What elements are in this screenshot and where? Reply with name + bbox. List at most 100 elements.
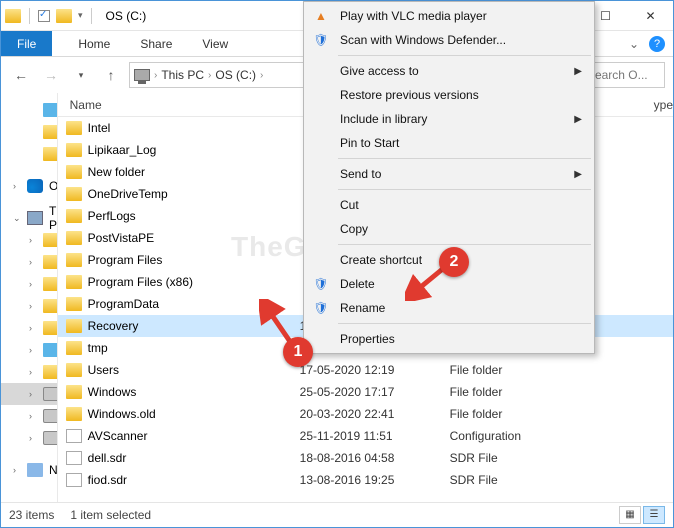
back-button[interactable]: ← xyxy=(9,63,33,87)
view-large-icons[interactable]: ▦ xyxy=(619,506,641,524)
file-row[interactable]: AVScanner25-11-2019 11:51Configuration xyxy=(58,425,673,447)
open-qa-icon[interactable] xyxy=(56,9,72,23)
menu-item[interactable]: Properties xyxy=(306,327,592,351)
file-type: File folder xyxy=(450,363,503,377)
menu-item[interactable]: Send to▶ xyxy=(306,162,592,186)
file-name: Lipikaar_Log xyxy=(88,143,300,157)
nav-item[interactable]: ›Desktop xyxy=(1,251,57,273)
shield-icon: 🛡 xyxy=(312,275,330,293)
nav-item[interactable]: ⌄This PC xyxy=(1,207,57,229)
forward-button[interactable]: → xyxy=(39,63,63,87)
submenu-arrow-icon: ▶ xyxy=(574,114,582,125)
file-date: 13-08-2016 19:25 xyxy=(300,473,450,487)
folder-icon xyxy=(66,209,82,223)
folder-icon xyxy=(43,365,58,379)
file-name: Windows xyxy=(88,385,300,399)
file-row[interactable]: Windows.old20-03-2020 22:41File folder xyxy=(58,403,673,425)
menu-label: Cut xyxy=(340,198,359,212)
menu-item[interactable]: Cut xyxy=(306,193,592,217)
folder-icon xyxy=(43,277,58,291)
nav-item[interactable]: Videos xyxy=(1,143,57,165)
nav-item[interactable]: ›Videos xyxy=(1,361,57,383)
file-name: Intel xyxy=(88,121,300,135)
nav-item[interactable]: ›Music xyxy=(1,317,57,339)
menu-label: Send to xyxy=(340,167,381,181)
folder-icon xyxy=(66,143,82,157)
nav-pane[interactable]: PicturesPhotosVideos ›OneDrive ⌄This PC›3D… xyxy=(1,93,58,502)
folder-icon xyxy=(66,165,82,179)
folder-icon xyxy=(66,319,82,333)
callout-1: 1 xyxy=(283,337,313,367)
file-date: 25-05-2020 17:17 xyxy=(300,385,450,399)
file-name: AVScanner xyxy=(88,429,300,443)
up-button[interactable]: ↑ xyxy=(99,63,123,87)
crumb-drive[interactable]: OS (C:) xyxy=(215,68,256,82)
file-name: fiod.sdr xyxy=(88,473,300,487)
onedrive-icon xyxy=(27,179,43,193)
nav-item[interactable]: ›New Volume (E:) xyxy=(1,427,57,449)
file-tab[interactable]: File xyxy=(1,31,52,56)
nav-item[interactable]: ›OneDrive xyxy=(1,175,57,197)
img-icon xyxy=(43,103,58,117)
tab-share[interactable]: Share xyxy=(136,33,176,55)
menu-label: Give access to xyxy=(340,64,419,78)
folder-icon xyxy=(43,255,58,269)
col-name[interactable]: Name xyxy=(58,98,298,112)
nav-label: Network xyxy=(49,463,58,477)
nav-item[interactable]: ›New Volume (D:) xyxy=(1,405,57,427)
menu-label: Restore previous versions xyxy=(340,88,479,102)
help-icon[interactable]: ? xyxy=(649,36,665,52)
file-row[interactable]: dell.sdr18-08-2016 04:58SDR File xyxy=(58,447,673,469)
recent-button[interactable]: ▾ xyxy=(69,63,93,87)
folder-icon xyxy=(66,187,82,201)
chevron-right-icon[interactable]: › xyxy=(154,70,157,81)
menu-label: Properties xyxy=(340,332,395,346)
ribbon-expand-icon[interactable]: ⌄ xyxy=(629,37,639,51)
file-icon xyxy=(66,451,82,465)
file-name: Recovery xyxy=(88,319,300,333)
file-row[interactable]: Windows25-05-2020 17:17File folder xyxy=(58,381,673,403)
menu-item[interactable]: 🛡Rename xyxy=(306,296,592,320)
crumb-thispc[interactable]: This PC xyxy=(161,68,204,82)
menu-item[interactable]: ▲Play with VLC media player xyxy=(306,4,592,28)
qa-overflow-icon[interactable]: ▾ xyxy=(78,10,83,21)
drive-icon xyxy=(43,431,58,445)
file-row[interactable]: fiod.sdr13-08-2016 19:25SDR File xyxy=(58,469,673,491)
menu-item[interactable]: Include in library▶ xyxy=(306,107,592,131)
chevron-right-icon[interactable]: › xyxy=(260,70,263,81)
thispc-icon xyxy=(27,211,43,225)
nav-item[interactable]: ›Downloads xyxy=(1,295,57,317)
nav-item[interactable]: ›OS (C:) xyxy=(1,383,57,405)
shield-icon: 🛡 xyxy=(312,299,330,317)
drive-icon xyxy=(43,387,58,401)
quick-access-toolbar: ▾ xyxy=(1,8,98,24)
view-switch: ▦ ☰ xyxy=(619,506,665,524)
submenu-arrow-icon: ▶ xyxy=(574,66,582,77)
menu-item[interactable]: Copy xyxy=(306,217,592,241)
file-date: 20-03-2020 22:41 xyxy=(300,407,450,421)
file-name: Program Files (x86) xyxy=(88,275,300,289)
file-icon xyxy=(66,429,82,443)
close-button[interactable]: ✕ xyxy=(628,1,673,31)
nav-item[interactable]: Pictures xyxy=(1,99,57,121)
menu-item[interactable]: Pin to Start xyxy=(306,131,592,155)
menu-item[interactable]: Restore previous versions xyxy=(306,83,592,107)
separator xyxy=(91,8,92,24)
nav-item[interactable]: ›Pictures xyxy=(1,339,57,361)
menu-item[interactable]: Give access to ▶ xyxy=(306,59,592,83)
menu-item[interactable]: 🛡Scan with Windows Defender... xyxy=(306,28,592,52)
tab-view[interactable]: View xyxy=(198,33,232,55)
nav-item[interactable]: ›Network xyxy=(1,459,57,481)
menu-label: Copy xyxy=(340,222,368,236)
folder-icon xyxy=(66,253,82,267)
nav-item[interactable]: ›Documents xyxy=(1,273,57,295)
nav-item[interactable]: Photos xyxy=(1,121,57,143)
properties-qa-icon[interactable] xyxy=(38,10,50,22)
chevron-right-icon[interactable]: › xyxy=(208,70,211,81)
nav-item[interactable]: ›3D Objects xyxy=(1,229,57,251)
tab-home[interactable]: Home xyxy=(74,33,114,55)
folder-icon xyxy=(43,321,58,335)
file-row[interactable]: Users17-05-2020 12:19File folder xyxy=(58,359,673,381)
menu-label: Scan with Windows Defender... xyxy=(340,33,506,47)
view-details[interactable]: ☰ xyxy=(643,506,665,524)
